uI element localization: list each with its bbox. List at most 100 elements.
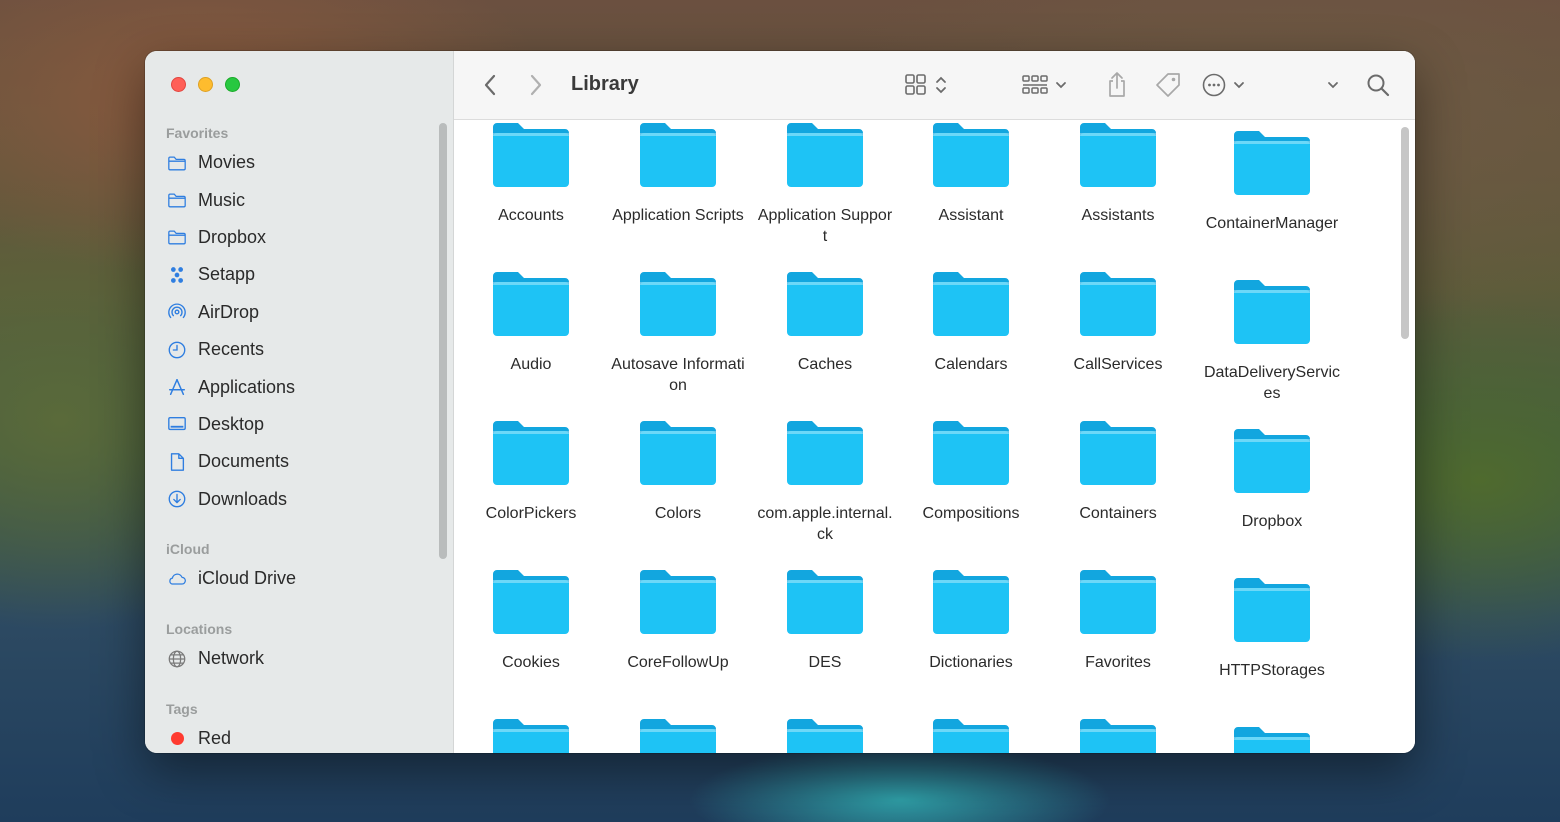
action-button[interactable]: [1202, 73, 1246, 97]
tags-button[interactable]: [1154, 72, 1182, 98]
chevron-down-icon: [1328, 82, 1338, 89]
chevron-down-icon: [1234, 82, 1244, 89]
folder-item[interactable]: Application Scripts: [605, 121, 751, 226]
folder-icon: [493, 719, 569, 753]
folder-item-partial[interactable]: [458, 717, 604, 753]
folder-icon: [493, 123, 569, 187]
folder-name: CallServices: [1073, 356, 1163, 373]
search-icon: [1367, 74, 1390, 97]
sidebar-item-recents[interactable]: Recents: [166, 331, 295, 368]
sidebar-item-documents[interactable]: Documents: [166, 443, 295, 480]
folder-icon: [640, 123, 716, 187]
overflow-button[interactable]: [1326, 73, 1340, 97]
folder-name: Calendars: [934, 356, 1008, 373]
folder-item[interactable]: Autosave Information: [605, 270, 751, 396]
sidebar-item-downloads[interactable]: Downloads: [166, 481, 295, 518]
folder-item[interactable]: Audio: [458, 270, 604, 375]
tag-color-dot: [166, 728, 188, 750]
window-title: Library: [571, 73, 639, 95]
sidebar-item-label: Music: [198, 189, 246, 210]
folder-name: Favorites: [1085, 654, 1151, 671]
folder-name: ContainerManager: [1205, 215, 1339, 232]
folder-item-partial[interactable]: [1199, 725, 1345, 753]
folder-item[interactable]: Dropbox: [1199, 427, 1345, 532]
folder-icon: [640, 719, 716, 753]
folder-item[interactable]: Colors: [605, 419, 751, 524]
folder-icon: [787, 421, 863, 485]
folder-name: Assistant: [938, 207, 1004, 224]
folder-name: DES: [808, 654, 842, 671]
folder-item-partial[interactable]: [752, 717, 898, 753]
minimize-window-button[interactable]: [198, 77, 213, 92]
folder-item[interactable]: Favorites: [1045, 568, 1191, 673]
folder-item[interactable]: Assistants: [1045, 121, 1191, 226]
folder-item-partial[interactable]: [1045, 717, 1191, 753]
folder-item[interactable]: Application Support: [752, 121, 898, 247]
sidebar-item-airdrop[interactable]: AirDrop: [166, 294, 295, 331]
folder-item[interactable]: DataDeliveryServices: [1199, 278, 1345, 404]
view-mode-button[interactable]: [904, 73, 948, 97]
folder-item[interactable]: ContainerManager: [1199, 129, 1345, 234]
folder-name: com.apple.internal.ck: [757, 505, 893, 543]
finder-window: Favorites Movies Music Dropbox Setapp AirDro…: [145, 51, 1415, 753]
sidebar-icloud: iCloud iCloud Drive: [166, 538, 296, 597]
sidebar-item-network[interactable]: Network: [166, 640, 264, 677]
folder-name: Audio: [510, 356, 552, 373]
share-button[interactable]: [1106, 71, 1128, 99]
sidebar-item-label: Setapp: [198, 264, 256, 285]
close-window-button[interactable]: [171, 77, 186, 92]
folder-icon: [1080, 272, 1156, 336]
folder-name: Application Support: [757, 207, 893, 245]
folder-item-partial[interactable]: [605, 717, 751, 753]
folder-icon: [493, 570, 569, 634]
folder-item[interactable]: Containers: [1045, 419, 1191, 524]
folder-item[interactable]: Accounts: [458, 121, 604, 226]
folder-item[interactable]: DES: [752, 568, 898, 673]
folder-icon: [933, 421, 1009, 485]
folder-item[interactable]: Compositions: [898, 419, 1044, 524]
sidebar-item-icloud-drive[interactable]: iCloud Drive: [166, 560, 296, 597]
folder-name: Dropbox: [1241, 513, 1303, 530]
folder-item[interactable]: CoreFollowUp: [605, 568, 751, 673]
clock-icon: [166, 339, 188, 361]
back-button[interactable]: [482, 73, 498, 97]
sidebar-item-applications[interactable]: Applications: [166, 368, 295, 405]
sidebar-item-label: Red: [198, 728, 232, 749]
forward-button[interactable]: [528, 73, 544, 97]
folder-item[interactable]: HTTPStorages: [1199, 576, 1345, 681]
share-icon: [1109, 72, 1125, 97]
folder-item[interactable]: Cookies: [458, 568, 604, 673]
search-button[interactable]: [1366, 73, 1390, 97]
sidebar-item-desktop[interactable]: Desktop: [166, 406, 295, 443]
folder-item[interactable]: Dictionaries: [898, 568, 1044, 673]
folder-item[interactable]: Assistant: [898, 121, 1044, 226]
sidebar-item-label: Movies: [198, 152, 256, 173]
folder-icon: [640, 570, 716, 634]
folder-item[interactable]: Calendars: [898, 270, 1044, 375]
folder-icon: [166, 152, 188, 174]
sidebar-scrollbar[interactable]: [439, 123, 447, 559]
group-button[interactable]: [1022, 73, 1068, 97]
folder-item[interactable]: ColorPickers: [458, 419, 604, 524]
folder-icon: [933, 272, 1009, 336]
window-controls: [171, 77, 240, 92]
sidebar-item-movies[interactable]: Movies: [166, 144, 295, 181]
sidebar-item-setapp[interactable]: Setapp: [166, 256, 295, 293]
folder-icon: [1234, 727, 1310, 753]
sidebar-item-label: Documents: [198, 451, 290, 472]
folder-icon: [787, 719, 863, 753]
folder-item-partial[interactable]: [898, 717, 1044, 753]
folder-name: Dictionaries: [929, 654, 1013, 671]
folder-icon: [787, 570, 863, 634]
sidebar-item-red[interactable]: Red: [166, 720, 231, 753]
folder-item[interactable]: CallServices: [1045, 270, 1191, 375]
folder-name: Containers: [1079, 505, 1157, 522]
sidebar-item-dropbox[interactable]: Dropbox: [166, 219, 295, 256]
content-scrollbar[interactable]: [1401, 127, 1409, 339]
sidebar-item-music[interactable]: Music: [166, 181, 295, 218]
main-pane: Library Accounts Application Scripts App…: [454, 51, 1415, 753]
zoom-window-button[interactable]: [225, 77, 240, 92]
sidebar-item-label: iCloud Drive: [198, 568, 297, 589]
folder-item[interactable]: Caches: [752, 270, 898, 375]
folder-item[interactable]: com.apple.internal.ck: [752, 419, 898, 545]
